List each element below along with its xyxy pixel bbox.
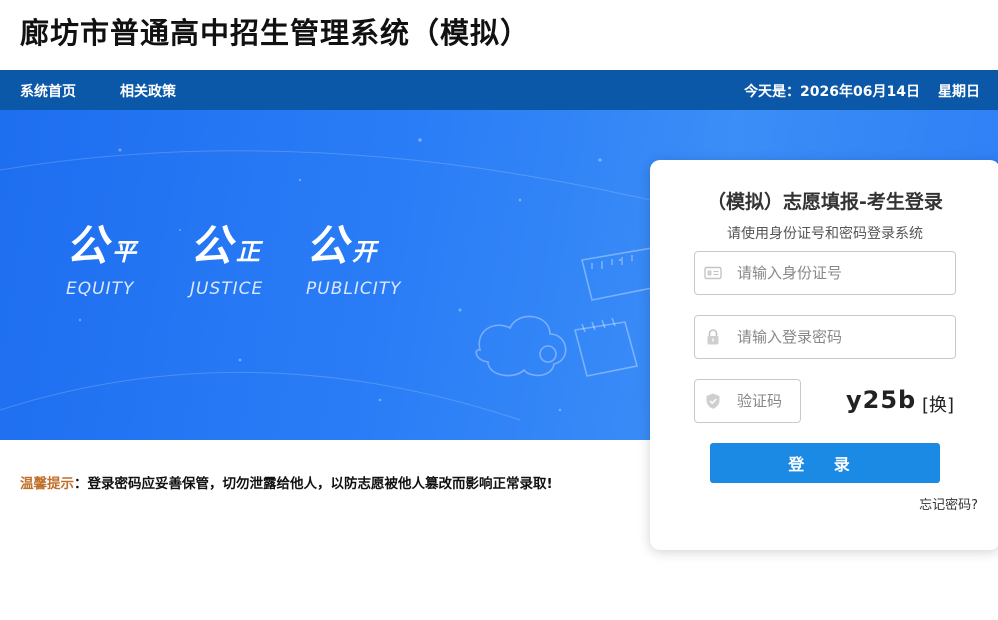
captcha-field xyxy=(694,379,801,423)
motto-publicity-small: 开 xyxy=(352,238,377,266)
forgot-password-link[interactable]: 忘记密码? xyxy=(919,494,978,513)
login-subtitle: 请使用身份证号和密码登录系统 xyxy=(727,226,923,242)
site-title: 廊坊市普通高中招生管理系统（模拟） xyxy=(20,16,531,50)
login-card: （模拟）志愿填报-考生登录 请使用身份证号和密码登录系统 y25b [换] 登 … xyxy=(650,160,998,550)
top-navbar: 系统首页 相关政策 今天是：2026年06月14日 星期日 xyxy=(0,70,998,110)
motto-justice-en: JUSTICE xyxy=(190,279,264,299)
password-input[interactable] xyxy=(737,316,947,358)
nav-item-policy[interactable]: 相关政策 xyxy=(120,81,176,101)
motto-justice: 公正 JUSTICE xyxy=(190,212,263,302)
motto-publicity-big: 公 xyxy=(306,221,349,270)
login-button[interactable]: 登 录 xyxy=(710,443,940,483)
shield-icon xyxy=(706,393,720,409)
notice-text: ：登录密码应妥善保管，切勿泄露给他人，以防志愿被他人篡改而影响正常录取! xyxy=(74,476,553,492)
captcha-input[interactable] xyxy=(737,380,797,422)
motto-publicity-en: PUBLICITY xyxy=(306,279,402,299)
password-field xyxy=(694,315,956,359)
id-number-field xyxy=(694,251,956,295)
id-card-icon xyxy=(704,266,722,280)
captcha-image[interactable]: y25b xyxy=(846,386,916,414)
motto-equity-en: EQUITY xyxy=(66,279,135,299)
motto-justice-big: 公 xyxy=(190,221,233,270)
warm-notice: 温馨提示：登录密码应妥善保管，切勿泄露给他人，以防志愿被他人篡改而影响正常录取! xyxy=(20,472,553,492)
date-text: 今天是：2026年06月14日 xyxy=(744,84,920,100)
lock-icon xyxy=(707,329,719,345)
motto-publicity: 公开 PUBLICITY xyxy=(306,212,402,302)
login-title: （模拟）志愿填报-考生登录 xyxy=(707,191,943,213)
motto-equity: 公平 EQUITY xyxy=(66,212,136,302)
motto-equity-big: 公 xyxy=(66,221,109,270)
date-display: 今天是：2026年06月14日 星期日 xyxy=(744,81,980,101)
weekday-text: 星期日 xyxy=(938,84,980,100)
nav-item-home[interactable]: 系统首页 xyxy=(20,81,76,101)
captcha-refresh-link[interactable]: [换] xyxy=(922,391,954,417)
motto-equity-small: 平 xyxy=(112,238,137,266)
id-number-input[interactable] xyxy=(737,252,947,294)
motto-justice-small: 正 xyxy=(236,238,261,266)
notice-label: 温馨提示 xyxy=(20,476,74,492)
